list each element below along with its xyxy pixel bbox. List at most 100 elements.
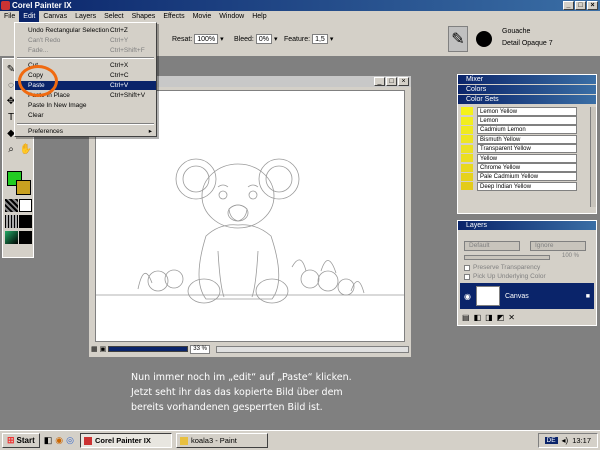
gradient-selector-icon[interactable] <box>19 199 32 212</box>
task-corel-painter[interactable]: Corel Painter IX <box>80 433 173 448</box>
paper-selector-icon[interactable] <box>5 199 18 212</box>
menu-help[interactable]: Help <box>248 11 270 22</box>
close-button[interactable]: × <box>587 1 598 10</box>
brush-dab-icon[interactable] <box>476 31 492 47</box>
menu-layers[interactable]: Layers <box>71 11 100 22</box>
delete-layer-icon[interactable]: ✕ <box>508 313 515 322</box>
color-set-item[interactable]: Cadmium Lemon <box>461 125 596 136</box>
pick-up-underlying-option[interactable]: Pick Up Underlying Color <box>464 273 546 280</box>
preserve-transparency-option[interactable]: Preserve Transparency <box>464 264 540 271</box>
zoom-slider[interactable] <box>108 346 189 352</box>
menu-item-shortcut: Ctrl+C <box>110 72 129 79</box>
color-set-item[interactable]: Lemon <box>461 116 596 126</box>
zoom-level[interactable]: 33 % <box>190 344 210 354</box>
bleed-input[interactable]: 0% <box>255 34 272 44</box>
composite-depth-select[interactable]: Ignore <box>530 241 586 251</box>
dynamic-plugins-icon[interactable]: ◨ <box>485 313 493 322</box>
window-title: Corel Painter IX <box>12 1 72 10</box>
color-chip <box>461 163 473 172</box>
menu-file[interactable]: File <box>0 11 19 22</box>
layers-panel-header[interactable]: Layers <box>458 221 596 230</box>
quicklaunch-desktop-icon[interactable]: ◧ <box>44 435 53 446</box>
hand-tool-icon[interactable]: ✋ <box>19 143 33 157</box>
paint-icon <box>180 436 189 445</box>
layer-thumbnail <box>475 286 500 306</box>
horizontal-scrollbar[interactable] <box>215 345 409 353</box>
brush-category[interactable]: Gouache <box>502 28 530 35</box>
minimize-button[interactable]: _ <box>563 1 574 10</box>
preserve-transparency-checkbox[interactable] <box>464 264 470 271</box>
menu-item-shortcut: Ctrl+Y <box>110 37 129 44</box>
doc-minimize-button[interactable]: _ <box>374 77 385 86</box>
mixer-panel-header[interactable]: Mixer <box>458 75 596 84</box>
menu-window[interactable]: Window <box>215 11 248 22</box>
color-chip <box>461 125 473 134</box>
color-set-item[interactable]: Transparent Yellow <box>461 144 596 154</box>
color-sets-panel-header[interactable]: Color Sets <box>458 95 596 104</box>
app-icon <box>1 1 10 10</box>
menu-shapes[interactable]: Shapes <box>128 11 160 22</box>
menu-item-preferences[interactable]: Preferences ▸ <box>15 127 156 136</box>
weaving-selector-icon[interactable] <box>19 215 32 228</box>
brush-icon[interactable]: ✎ <box>448 26 468 52</box>
menu-effects[interactable]: Effects <box>159 11 188 22</box>
menu-item-undo-rectangular-selection[interactable]: Undo Rectangular Selection Ctrl+Z <box>15 26 156 35</box>
doc-maximize-button[interactable]: □ <box>386 77 397 86</box>
color-set-list: Lemon Yellow Lemon Cadmium Lemon Bismuth Ye… <box>461 106 596 197</box>
chevron-down-icon[interactable]: ▾ <box>220 35 224 43</box>
submenu-arrow-icon: ▸ <box>148 128 152 135</box>
layer-options-icon[interactable]: ▤ <box>462 313 470 322</box>
quicklaunch-browser-icon[interactable]: ◎ <box>66 435 74 446</box>
menu-select[interactable]: Select <box>100 11 127 22</box>
composite-method-select[interactable]: Default <box>464 241 520 251</box>
color-name: Deep Indian Yellow <box>477 181 577 191</box>
nozzle-selector-icon[interactable] <box>19 231 32 244</box>
lock-icon[interactable]: ■ <box>586 293 590 300</box>
menu-item-label: Clear <box>28 112 44 119</box>
menu-canvas[interactable]: Canvas <box>39 11 71 22</box>
new-layer-icon[interactable]: ◧ <box>474 313 482 322</box>
eye-icon[interactable]: ◉ <box>464 292 471 301</box>
feature-input[interactable]: 1,5 <box>312 34 328 44</box>
menu-movie[interactable]: Movie <box>189 11 216 22</box>
grid-toggle-icon[interactable]: ▦ <box>91 345 98 353</box>
menu-edit[interactable]: Edit <box>19 11 40 22</box>
maximize-button[interactable]: □ <box>575 1 586 10</box>
menu-separator <box>17 57 154 59</box>
pattern-selector-icon[interactable] <box>5 215 18 228</box>
look-selector-icon[interactable] <box>5 231 18 244</box>
volume-icon[interactable]: ◂) <box>562 436 569 445</box>
layer-row-canvas[interactable]: ◉ Canvas ■ <box>460 283 594 309</box>
start-button[interactable]: ⊞ Start <box>2 433 40 448</box>
chevron-down-icon[interactable]: ▾ <box>274 35 278 43</box>
view-toggle-icon[interactable]: ▣ <box>100 345 107 353</box>
menu-item-fade[interactable]: Fade... Ctrl+Shift+F <box>15 46 156 55</box>
opacity-slider[interactable] <box>464 255 550 260</box>
color-set-scrollbar[interactable] <box>590 107 596 207</box>
chevron-down-icon[interactable]: ▾ <box>330 35 334 43</box>
color-set-item[interactable]: Pale Cadmium Yellow <box>461 172 596 183</box>
title-bar: Corel Painter IX _ □ × <box>0 0 600 11</box>
brush-variant[interactable]: Detail Opaque 7 <box>502 40 553 47</box>
task-paint[interactable]: koala3 - Paint <box>176 433 269 448</box>
menu-item-clear[interactable]: Clear <box>15 111 156 120</box>
color-set-item[interactable]: Deep Indian Yellow <box>461 181 596 192</box>
menu-item-can-t-redo[interactable]: Can't Redo Ctrl+Y <box>15 36 156 45</box>
doc-close-button[interactable]: × <box>398 77 409 86</box>
layer-mask-icon[interactable]: ◩ <box>497 313 505 322</box>
zoom-tool-icon[interactable]: ⌕ <box>4 143 18 157</box>
color-set-item[interactable]: Yellow <box>461 153 596 164</box>
resat-input[interactable]: 100% <box>194 34 219 44</box>
windows-logo-icon: ⊞ <box>7 435 15 445</box>
color-set-item[interactable]: Bismuth Yellow <box>461 134 596 145</box>
color-set-item[interactable]: Chrome Yellow <box>461 163 596 173</box>
tutorial-caption: Nun immer noch im „edit“ auf „Paste“ kli… <box>131 370 401 415</box>
colors-title: Colors <box>466 86 487 93</box>
menu-item-paste-in-new-image[interactable]: Paste In New Image <box>15 101 156 110</box>
color-set-item[interactable]: Lemon Yellow <box>461 106 596 117</box>
pick-up-underlying-checkbox[interactable] <box>464 273 470 280</box>
secondary-color-swatch[interactable] <box>16 180 31 195</box>
quicklaunch-firefox-icon[interactable]: ◉ <box>55 435 63 446</box>
colors-panel-header[interactable]: Colors <box>458 85 596 94</box>
language-indicator[interactable]: DE <box>544 437 558 444</box>
